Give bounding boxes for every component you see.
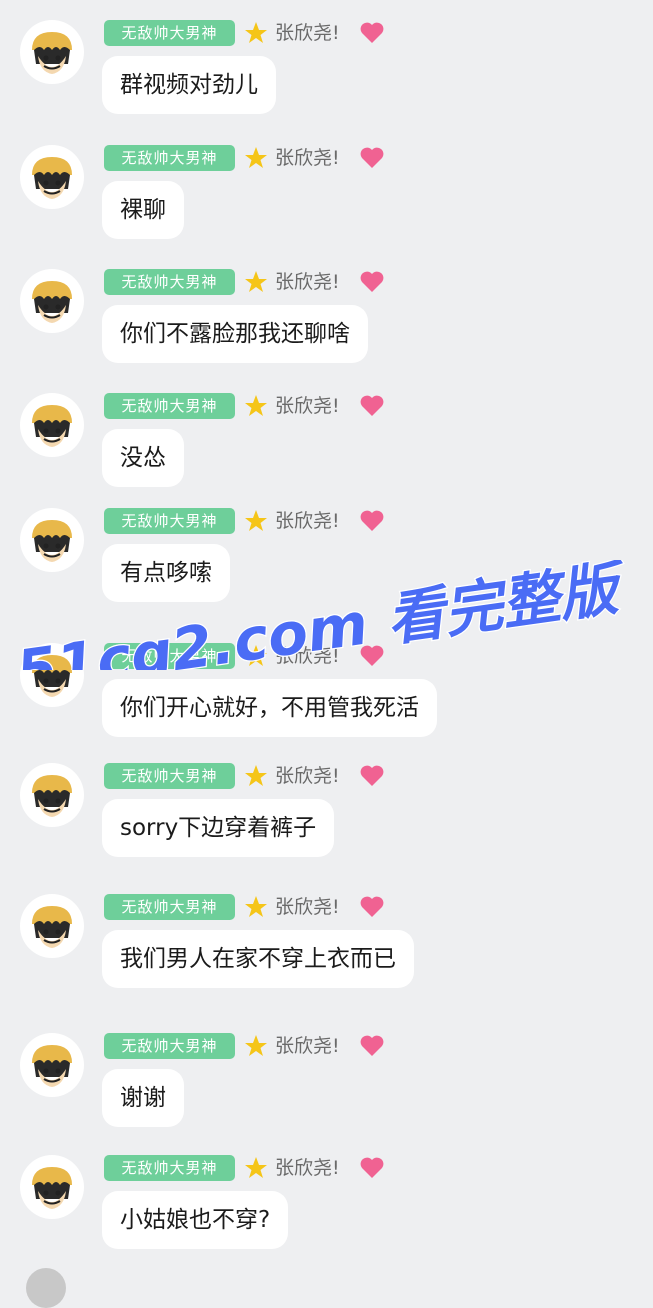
star-icon bbox=[245, 765, 267, 786]
star-icon bbox=[245, 271, 267, 292]
heart-icon bbox=[360, 510, 384, 531]
sender-name: 张欣尧! bbox=[275, 395, 340, 417]
heart-icon bbox=[360, 1157, 384, 1178]
title-tag: 无敌帅大男神 bbox=[104, 763, 235, 789]
star-icon bbox=[245, 896, 267, 917]
user-avatar[interactable] bbox=[20, 20, 84, 84]
chat-message: 无敌帅大男神 张欣尧! 裸聊 bbox=[0, 145, 653, 255]
message-bubble[interactable]: 裸聊 bbox=[102, 181, 184, 239]
star-icon bbox=[245, 395, 267, 416]
message-bubble[interactable]: 小姑娘也不穿? bbox=[102, 1191, 289, 1249]
message-bubble[interactable]: 群视频对劲儿 bbox=[102, 56, 276, 114]
chat-message: 无敌帅大男神 张欣尧! 小姑娘也不穿? bbox=[0, 1155, 653, 1265]
partial-avatar bbox=[26, 1268, 66, 1308]
heart-icon bbox=[360, 271, 384, 292]
star-icon bbox=[245, 645, 267, 666]
sender-name: 张欣尧! bbox=[275, 1157, 340, 1179]
chat-message: 无敌帅大男神 张欣尧! 你们不露脸那我还聊啥 bbox=[0, 269, 653, 379]
star-icon bbox=[245, 147, 267, 168]
user-avatar[interactable] bbox=[20, 1033, 84, 1097]
sender-name: 张欣尧! bbox=[275, 896, 340, 918]
title-tag: 无敌帅大男神 bbox=[104, 20, 235, 46]
heart-icon bbox=[360, 22, 384, 43]
chat-message-list[interactable]: 无敌帅大男神 张欣尧! 群视频对劲儿 无敌帅大男神 张欣尧! 裸聊 无敌帅大男神… bbox=[0, 0, 653, 1308]
star-icon bbox=[245, 1035, 267, 1056]
user-avatar[interactable] bbox=[20, 508, 84, 572]
sender-name: 张欣尧! bbox=[275, 22, 340, 44]
star-icon bbox=[245, 22, 267, 43]
user-avatar[interactable] bbox=[20, 763, 84, 827]
title-tag: 无敌帅大男神 bbox=[104, 1033, 235, 1059]
title-tag: 无敌帅大男神 bbox=[104, 269, 235, 295]
user-avatar[interactable] bbox=[20, 269, 84, 333]
user-avatar[interactable] bbox=[20, 393, 84, 457]
chat-message: 无敌帅大男神 张欣尧! 我们男人在家不穿上衣而已 bbox=[0, 894, 653, 1004]
sender-name: 张欣尧! bbox=[275, 510, 340, 532]
heart-icon bbox=[360, 395, 384, 416]
sender-name: 张欣尧! bbox=[275, 645, 340, 667]
chat-message: 无敌帅大男神 张欣尧! 有点哆嗦 bbox=[0, 508, 653, 618]
heart-icon bbox=[360, 765, 384, 786]
user-avatar[interactable] bbox=[20, 1155, 84, 1219]
chat-message: 无敌帅大男神 张欣尧! 没怂 bbox=[0, 393, 653, 503]
heart-icon bbox=[360, 645, 384, 666]
message-bubble[interactable]: sorry下边穿着裤子 bbox=[102, 799, 335, 857]
user-avatar[interactable] bbox=[20, 145, 84, 209]
title-tag: 无敌帅大男神 bbox=[104, 393, 235, 419]
sender-name: 张欣尧! bbox=[275, 1035, 340, 1057]
chat-message: 无敌帅大男神 张欣尧! sorry下边穿着裤子 bbox=[0, 763, 653, 873]
user-avatar[interactable] bbox=[20, 643, 84, 707]
message-bubble[interactable]: 我们男人在家不穿上衣而已 bbox=[102, 930, 414, 988]
heart-icon bbox=[360, 1035, 384, 1056]
message-bubble[interactable]: 有点哆嗦 bbox=[102, 544, 230, 602]
heart-icon bbox=[360, 896, 384, 917]
heart-icon bbox=[360, 147, 384, 168]
star-icon bbox=[245, 510, 267, 531]
user-avatar[interactable] bbox=[20, 894, 84, 958]
title-tag: 无敌帅大男神 bbox=[104, 1155, 235, 1181]
star-icon bbox=[245, 1157, 267, 1178]
chat-message: 无敌帅大男神 张欣尧! 谢谢 bbox=[0, 1033, 653, 1143]
message-bubble[interactable]: 没怂 bbox=[102, 429, 184, 487]
sender-name: 张欣尧! bbox=[275, 147, 340, 169]
title-tag: 无敌帅大男神 bbox=[104, 894, 235, 920]
chat-message: 无敌帅大男神 张欣尧! 群视频对劲儿 bbox=[0, 20, 653, 130]
title-tag: 无敌帅大男神 bbox=[104, 643, 235, 669]
sender-name: 张欣尧! bbox=[275, 271, 340, 293]
message-bubble[interactable]: 你们开心就好，不用管我死活 bbox=[102, 679, 437, 737]
sender-name: 张欣尧! bbox=[275, 765, 340, 787]
title-tag: 无敌帅大男神 bbox=[104, 145, 235, 171]
message-bubble[interactable]: 你们不露脸那我还聊啥 bbox=[102, 305, 368, 363]
title-tag: 无敌帅大男神 bbox=[104, 508, 235, 534]
message-bubble[interactable]: 谢谢 bbox=[102, 1069, 184, 1127]
chat-message: 无敌帅大男神 张欣尧! 你们开心就好，不用管我死活 bbox=[0, 643, 653, 753]
